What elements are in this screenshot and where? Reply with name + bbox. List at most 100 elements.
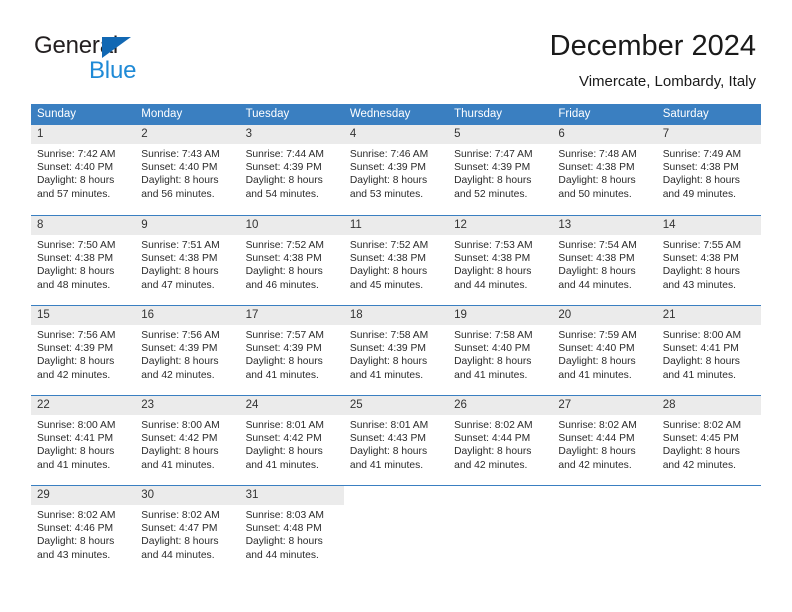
sunrise-text: Sunrise: 8:02 AM [141,510,220,521]
daylight-text-line1: Daylight: 8 hours [245,175,323,187]
sunrise-text: Sunrise: 8:02 AM [37,510,116,521]
day-number: 20 [558,309,572,321]
weekday-header-wednesday: Wednesday [349,108,411,120]
daylight-text-line2: and 45 minutes. [349,279,424,291]
day-cell[interactable]: 8 Sunrise: 7:50 AM Sunset: 4:38 PM Dayli… [31,216,136,305]
daylight-text-line2: and 44 minutes. [558,279,632,291]
sunset-text: Sunset: 4:40 PM [558,343,635,355]
sunset-text: Sunset: 4:38 PM [558,253,635,265]
day-info: Sunrise: 8:00 AM Sunset: 4:42 PM Dayligh… [135,415,239,472]
day-number-band: 9 [135,216,240,235]
day-info: Sunrise: 7:53 AM Sunset: 4:38 PM Dayligh… [448,235,552,292]
day-cell[interactable]: 21 Sunrise: 8:00 AM Sunset: 4:41 PM Dayl… [656,306,761,395]
day-number-band: 20 [552,306,657,325]
daylight-text-line1: Daylight: 8 hours [141,266,219,278]
daylight-text-line1: Daylight: 8 hours [662,446,740,458]
sunset-text: Sunset: 4:44 PM [558,433,635,445]
day-number: 17 [245,309,259,321]
day-cell[interactable]: 25 Sunrise: 8:01 AM Sunset: 4:43 PM Dayl… [343,396,449,485]
daylight-text-line1: Daylight: 8 hours [349,446,428,458]
day-cell[interactable]: 10 Sunrise: 7:52 AM Sunset: 4:38 PM Dayl… [239,216,344,305]
sunset-text: Sunset: 4:40 PM [141,162,218,174]
day-number-band [657,486,761,505]
daylight-text-line1: Daylight: 8 hours [662,356,740,368]
sunset-text: Sunset: 4:44 PM [454,433,531,445]
day-cell[interactable]: 19 Sunrise: 7:58 AM Sunset: 4:40 PM Dayl… [448,306,553,395]
day-info: Sunrise: 7:52 AM Sunset: 4:38 PM Dayligh… [344,235,448,292]
day-cell[interactable]: 1 Sunrise: 7:42 AM Sunset: 4:40 PM Dayli… [31,125,136,215]
week-row: 8 Sunrise: 7:50 AM Sunset: 4:38 PM Dayli… [31,215,761,305]
day-cell[interactable]: 22 Sunrise: 8:00 AM Sunset: 4:41 PM Dayl… [31,396,136,485]
day-cell[interactable]: 24 Sunrise: 8:01 AM Sunset: 4:42 PM Dayl… [239,396,344,485]
day-number: 25 [349,399,363,411]
day-info: Sunrise: 7:44 AM Sunset: 4:39 PM Dayligh… [240,144,344,201]
daylight-text-line2: and 41 minutes. [558,369,632,381]
day-number: 2 [141,128,148,140]
logo-triangle-icon [102,37,131,58]
day-cell[interactable]: 4 Sunrise: 7:46 AM Sunset: 4:39 PM Dayli… [343,125,449,215]
sunset-text: Sunset: 4:42 PM [141,433,218,445]
day-number-band: 26 [448,396,553,415]
day-cell[interactable]: 31 Sunrise: 8:03 AM Sunset: 4:48 PM Dayl… [239,486,344,575]
day-number-band [344,486,448,505]
day-number: 11 [349,219,362,231]
calendar-page: General Blue December 2024 Vimercate, Lo… [0,0,792,612]
day-cell[interactable]: 13 Sunrise: 7:54 AM Sunset: 4:38 PM Dayl… [552,216,657,305]
day-cell[interactable]: 2 Sunrise: 7:43 AM Sunset: 4:40 PM Dayli… [135,125,240,215]
day-cell[interactable]: 7 Sunrise: 7:49 AM Sunset: 4:38 PM Dayli… [656,125,761,215]
sunrise-text: Sunrise: 7:58 AM [454,330,533,341]
day-info: Sunrise: 7:58 AM Sunset: 4:40 PM Dayligh… [448,325,552,382]
sunset-text: Sunset: 4:39 PM [349,162,426,174]
daylight-text-line2: and 41 minutes. [245,369,319,381]
day-cell[interactable]: 9 Sunrise: 7:51 AM Sunset: 4:38 PM Dayli… [135,216,240,305]
day-cell[interactable]: 30 Sunrise: 8:02 AM Sunset: 4:47 PM Dayl… [135,486,240,575]
day-cell[interactable]: 27 Sunrise: 8:02 AM Sunset: 4:44 PM Dayl… [552,396,657,485]
day-cell[interactable]: 23 Sunrise: 8:00 AM Sunset: 4:42 PM Dayl… [135,396,240,485]
day-info: Sunrise: 7:56 AM Sunset: 4:39 PM Dayligh… [135,325,239,382]
weekday-header-thursday: Thursday [454,108,503,120]
daylight-text-line2: and 57 minutes. [37,188,111,200]
location-subtitle: Vimercate, Lombardy, Italy [578,73,756,90]
day-number-band: 17 [239,306,344,325]
day-cell[interactable]: 6 Sunrise: 7:48 AM Sunset: 4:38 PM Dayli… [552,125,657,215]
day-cell[interactable]: 28 Sunrise: 8:02 AM Sunset: 4:45 PM Dayl… [656,396,761,485]
day-cell[interactable]: 5 Sunrise: 7:47 AM Sunset: 4:39 PM Dayli… [448,125,553,215]
day-cell[interactable]: 11 Sunrise: 7:52 AM Sunset: 4:38 PM Dayl… [343,216,449,305]
daylight-text-line2: and 41 minutes. [454,369,528,381]
day-info: Sunrise: 7:42 AM Sunset: 4:40 PM Dayligh… [31,144,135,201]
day-cell[interactable]: 20 Sunrise: 7:59 AM Sunset: 4:40 PM Dayl… [552,306,657,395]
day-number: 24 [245,399,259,411]
day-cell[interactable]: 26 Sunrise: 8:02 AM Sunset: 4:44 PM Dayl… [448,396,553,485]
sunset-text: Sunset: 4:42 PM [245,433,322,445]
sunrise-text: Sunrise: 7:51 AM [141,240,220,251]
sunrise-text: Sunrise: 7:46 AM [349,149,429,160]
day-cell[interactable]: 14 Sunrise: 7:55 AM Sunset: 4:38 PM Dayl… [656,216,761,305]
title-block: December 2024 Vimercate, Lombardy, Italy [550,28,756,91]
day-info: Sunrise: 7:43 AM Sunset: 4:40 PM Dayligh… [135,144,239,201]
daylight-text-line1: Daylight: 8 hours [141,536,219,548]
day-cell[interactable]: 29 Sunrise: 8:02 AM Sunset: 4:46 PM Dayl… [31,486,136,575]
day-info: Sunrise: 8:02 AM Sunset: 4:45 PM Dayligh… [657,415,761,472]
day-number-band: 13 [552,216,657,235]
day-cell[interactable]: 12 Sunrise: 7:53 AM Sunset: 4:38 PM Dayl… [448,216,553,305]
daylight-text-line2: and 46 minutes. [245,279,319,291]
day-cell[interactable]: 15 Sunrise: 7:56 AM Sunset: 4:39 PM Dayl… [31,306,136,395]
sunset-text: Sunset: 4:39 PM [37,343,114,355]
day-number-band: 24 [239,396,344,415]
day-info: Sunrise: 7:56 AM Sunset: 4:39 PM Dayligh… [31,325,135,382]
day-number: 1 [37,128,44,140]
day-number: 14 [662,219,676,231]
weekday-header-sunday: Sunday [37,108,77,120]
daylight-text-line2: and 41 minutes. [141,459,215,471]
daylight-text-line1: Daylight: 8 hours [141,175,219,187]
daylight-text-line1: Daylight: 8 hours [245,356,323,368]
day-cell[interactable]: 3 Sunrise: 7:44 AM Sunset: 4:39 PM Dayli… [239,125,344,215]
daylight-text-line1: Daylight: 8 hours [558,356,636,368]
day-number-band: 22 [31,396,136,415]
day-cell[interactable]: 16 Sunrise: 7:56 AM Sunset: 4:39 PM Dayl… [135,306,240,395]
sunrise-text: Sunrise: 8:00 AM [141,420,220,431]
daylight-text-line2: and 53 minutes. [349,188,424,200]
day-cell[interactable]: 17 Sunrise: 7:57 AM Sunset: 4:39 PM Dayl… [239,306,344,395]
day-cell[interactable]: 18 Sunrise: 7:58 AM Sunset: 4:39 PM Dayl… [343,306,449,395]
daylight-text-line2: and 48 minutes. [37,279,111,291]
